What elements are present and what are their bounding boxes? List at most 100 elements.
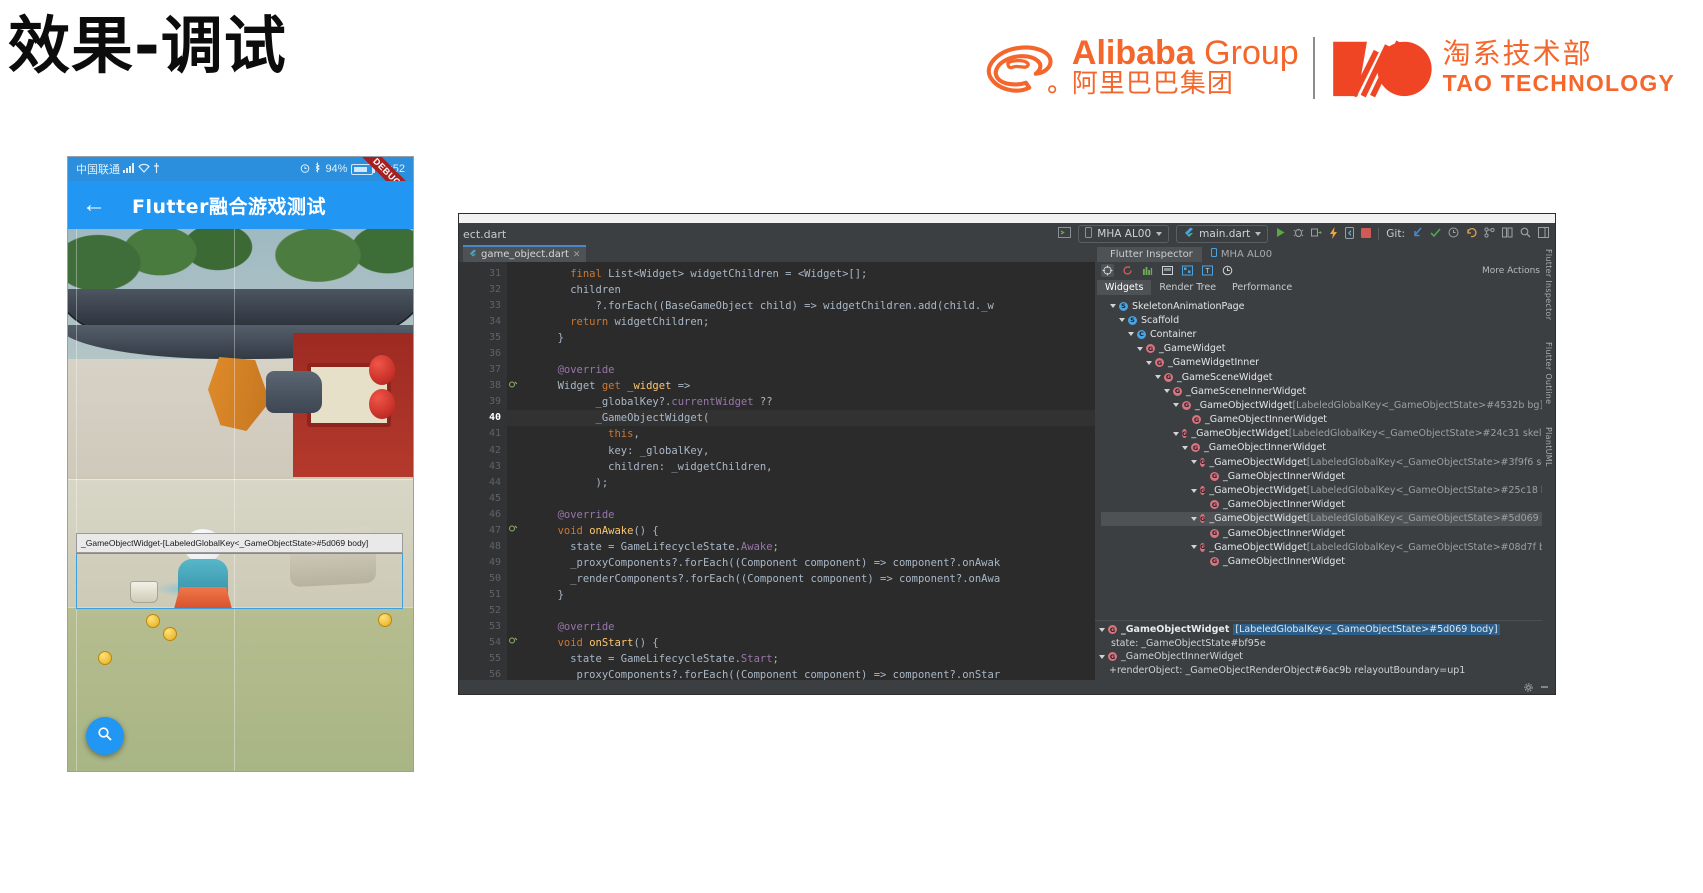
slow-animations-icon[interactable]	[1221, 264, 1234, 277]
preview-layout-icon[interactable]	[1058, 227, 1072, 241]
expand-arrow-icon[interactable]	[1119, 318, 1125, 323]
git-branch-button[interactable]	[1484, 227, 1495, 241]
close-icon[interactable]: ✕	[573, 250, 581, 260]
collapse-arrow-icon[interactable]	[1099, 627, 1105, 632]
detail-selected-row[interactable]: G _GameObjectWidget [LabeledGlobalKey<_G…	[1099, 623, 1551, 637]
paint-baselines-icon[interactable]	[1181, 264, 1194, 277]
game-canvas[interactable]: _GameObjectWidget-[LabeledGlobalKey<_Gam…	[68, 229, 413, 771]
widget-tree-row[interactable]: S SkeletonAnimationPage	[1101, 299, 1555, 313]
expand-arrow-icon[interactable]	[1137, 346, 1143, 351]
coin-1[interactable]	[146, 614, 160, 628]
code-line[interactable]: this,	[507, 426, 1095, 442]
widget-tree-row[interactable]: G _GameWidgetInner	[1101, 356, 1555, 370]
minimize-icon[interactable]	[1540, 681, 1549, 693]
widget-tree-row[interactable]: G _GameWidget	[1101, 342, 1555, 356]
stop-button[interactable]	[1361, 227, 1372, 241]
code-line[interactable]: Widget get _widget =>	[507, 378, 1095, 394]
expand-arrow-icon[interactable]	[1191, 488, 1197, 493]
expand-arrow-icon[interactable]	[1128, 332, 1134, 337]
widget-tree-row[interactable]: G _GameSceneWidget	[1101, 370, 1555, 384]
code-line[interactable]: ?.forEach((BaseGameObject child) => widg…	[507, 298, 1095, 314]
refresh-tree-icon[interactable]	[1121, 264, 1134, 277]
coin-3[interactable]	[98, 651, 112, 665]
code-line[interactable]: state = GameLifecycleState.Awake;	[507, 539, 1095, 555]
sub-tab-performance[interactable]: Performance	[1224, 280, 1300, 295]
git-update-button[interactable]	[1412, 227, 1423, 241]
widget-tree[interactable]: S SkeletonAnimationPage S Scaffold C Containe…	[1095, 295, 1555, 569]
code-line[interactable]	[507, 346, 1095, 362]
widget-tree-row[interactable]: G _GameObjectWidget [LabeledGlobalKey<_Ga…	[1101, 483, 1555, 497]
code-line[interactable]: @override	[507, 619, 1095, 635]
code-line[interactable]: final List<Widget> widgetChildren = <Wid…	[507, 266, 1095, 282]
expand-arrow-icon[interactable]	[1191, 460, 1197, 465]
code-line[interactable]	[507, 491, 1095, 507]
git-revert-button[interactable]	[1466, 227, 1477, 241]
expand-arrow-icon[interactable]	[1191, 545, 1197, 550]
widget-tree-row[interactable]: G _GameObjectWidget [LabeledGlobalKey<_Ga…	[1101, 427, 1555, 441]
git-compare-button[interactable]	[1502, 227, 1513, 241]
widget-tree-row[interactable]: G _GameObjectWidget [LabeledGlobalKey<_Ga…	[1101, 511, 1555, 526]
debug-button[interactable]	[1293, 227, 1304, 241]
code-line[interactable]: _proxyComponents?.forEach((Component com…	[507, 555, 1095, 571]
widget-tree-row[interactable]: G _GameObjectInnerWidget	[1101, 441, 1555, 455]
code-line[interactable]: _GameObjectWidget(	[507, 410, 1095, 427]
hot-restart-button[interactable]	[1345, 226, 1355, 242]
code-line[interactable]: children: _widgetChildren,	[507, 459, 1095, 475]
tab-device-mha-al00[interactable]: MHA AL00	[1201, 246, 1282, 262]
code-lines[interactable]: final List<Widget> widgetChildren = <Wid…	[507, 262, 1095, 680]
git-history-button[interactable]	[1448, 227, 1459, 241]
code-line[interactable]: }	[507, 587, 1095, 603]
run-configuration-selector[interactable]: main.dart	[1176, 225, 1269, 243]
hot-reload-button[interactable]	[1329, 226, 1338, 242]
expand-arrow-icon[interactable]	[1191, 516, 1197, 521]
detail-inner-widget-row[interactable]: G _GameObjectInnerWidget	[1099, 650, 1551, 664]
right-rail-flutter-inspector[interactable]: Flutter Inspector	[1544, 249, 1553, 320]
code-line[interactable]: _proxyComponents?.forEach((Component com…	[507, 667, 1095, 680]
widget-tree-row[interactable]: G _GameObjectInnerWidget	[1101, 413, 1555, 427]
search-button[interactable]	[1520, 227, 1531, 241]
breadcrumb[interactable]: ect.dart	[459, 228, 506, 241]
layout-button[interactable]	[1538, 227, 1549, 241]
text-scale-icon[interactable]: T	[1201, 264, 1214, 277]
widget-tree-row[interactable]: G _GameObjectInnerWidget	[1101, 498, 1555, 512]
coin-2[interactable]	[163, 627, 177, 641]
code-line[interactable]: key: _globalKey,	[507, 443, 1095, 459]
git-commit-button[interactable]	[1430, 227, 1441, 241]
code-editor[interactable]: 31 32 33 34 35 36 37 38 39 40 41 42 43 44 45 46 47 48 49 50…	[459, 262, 1095, 680]
expand-arrow-icon[interactable]	[1164, 389, 1170, 394]
sub-tab-render-tree[interactable]: Render Tree	[1151, 280, 1224, 295]
sub-tab-widgets[interactable]: Widgets	[1097, 280, 1152, 295]
right-rail-flutter-outline[interactable]: Flutter Outline	[1544, 342, 1553, 404]
code-line[interactable]: void onStart() {	[507, 635, 1095, 651]
code-line[interactable]: _globalKey?.currentWidget ??	[507, 394, 1095, 410]
debug-paint-icon[interactable]	[1161, 264, 1174, 277]
code-line[interactable]: children	[507, 282, 1095, 298]
widget-tree-row[interactable]: C Container	[1101, 327, 1555, 341]
run-coverage-button[interactable]	[1311, 227, 1322, 241]
code-line[interactable]: @override	[507, 362, 1095, 378]
widget-tree-row[interactable]: G _GameObjectInnerWidget	[1101, 554, 1555, 568]
widget-tree-row[interactable]: G _GameObjectWidget [LabeledGlobalKey<_Ga…	[1101, 540, 1555, 554]
widget-tree-row[interactable]: G _GameSceneInnerWidget	[1101, 384, 1555, 398]
code-line[interactable]: return widgetChildren;	[507, 314, 1095, 330]
expand-arrow-icon[interactable]	[1146, 360, 1152, 365]
run-button[interactable]	[1275, 227, 1286, 241]
expand-arrow-icon[interactable]	[1173, 403, 1179, 408]
widget-tree-row[interactable]: G _GameObjectInnerWidget	[1101, 526, 1555, 540]
search-fab-button[interactable]	[86, 717, 124, 755]
widget-tree-row[interactable]: S Scaffold	[1101, 313, 1555, 327]
performance-overlay-icon[interactable]	[1141, 264, 1154, 277]
code-line[interactable]: state = GameLifecycleState.Start;	[507, 651, 1095, 667]
device-selector[interactable]: MHA AL00	[1078, 225, 1170, 243]
tab-flutter-inspector[interactable]: Flutter Inspector	[1097, 247, 1202, 262]
expand-arrow-icon[interactable]	[1110, 304, 1116, 309]
coin-4[interactable]	[378, 613, 392, 627]
expand-arrow-icon[interactable]	[1173, 431, 1179, 436]
code-line[interactable]: _renderComponents?.forEach((Component co…	[507, 571, 1095, 587]
arrow-back-icon[interactable]: ←	[82, 193, 106, 217]
code-line[interactable]: void onAwake() {	[507, 523, 1095, 539]
widget-tree-row[interactable]: G _GameObjectWidget [LabeledGlobalKey<_Ga…	[1101, 398, 1555, 412]
select-widget-mode-icon[interactable]	[1101, 264, 1114, 277]
more-actions-button[interactable]: More Actions	[1482, 266, 1549, 276]
collapse-arrow-icon[interactable]	[1099, 654, 1105, 659]
